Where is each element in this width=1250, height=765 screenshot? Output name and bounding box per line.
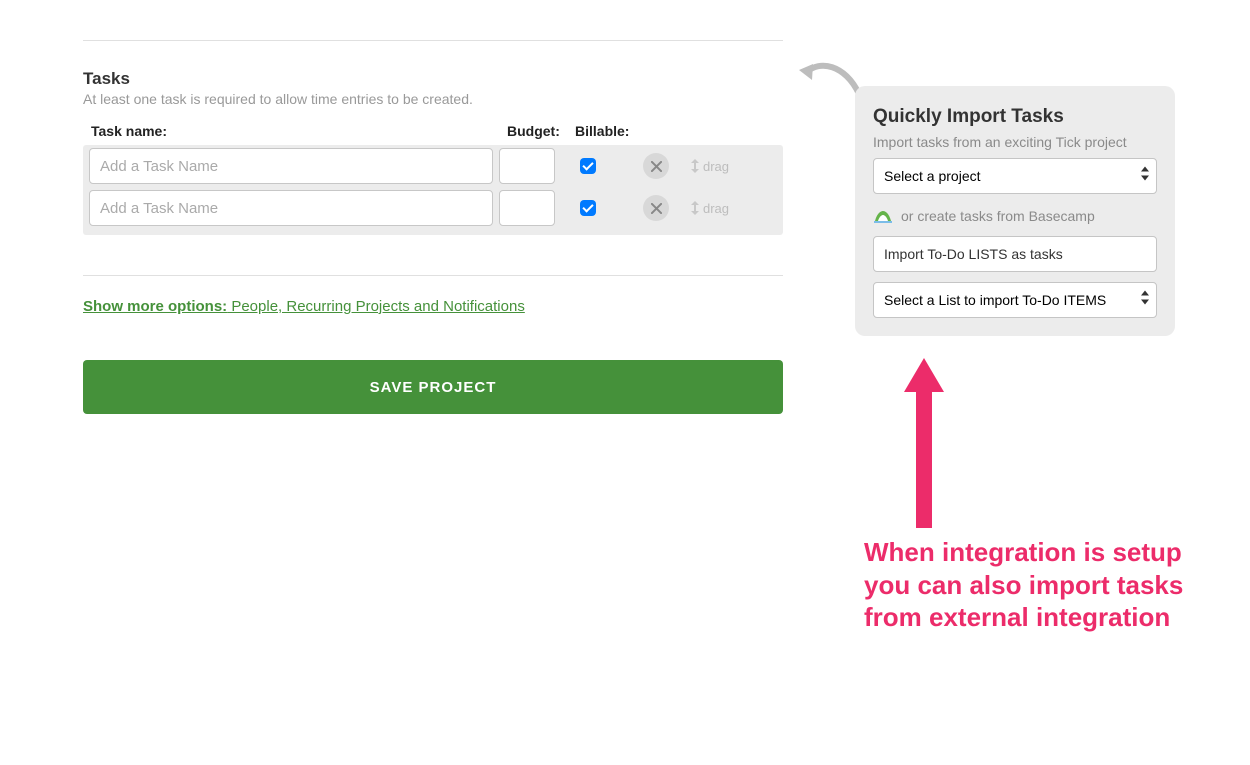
task-budget-input[interactable] (499, 148, 555, 184)
drag-icon (691, 159, 699, 173)
remove-task-button[interactable] (643, 195, 669, 221)
task-name-input[interactable] (89, 148, 493, 184)
drag-icon (691, 201, 699, 215)
col-header-billable: Billable: (575, 123, 637, 139)
annotation-arrow-icon (904, 358, 944, 528)
drag-handle[interactable]: drag (691, 201, 729, 216)
close-icon (651, 203, 662, 214)
save-project-button[interactable]: SAVE PROJECT (83, 360, 783, 414)
task-row-extras: drag (643, 195, 729, 221)
tasks-title: Tasks (83, 69, 783, 89)
show-more-options-link[interactable]: Show more options: People, Recurring Pro… (83, 298, 525, 315)
project-select-wrap: Select a project (873, 158, 1157, 194)
tasks-header-row: Task name: Budget: Billable: (83, 123, 783, 139)
task-row-extras: drag (643, 153, 729, 179)
basecamp-label-row: or create tasks from Basecamp (873, 206, 1157, 226)
task-row: drag (83, 145, 783, 187)
list-select-wrap: Select a List to import To-Do ITEMS (873, 282, 1157, 318)
col-header-name: Task name: (89, 123, 507, 139)
divider-top (83, 40, 783, 41)
project-select[interactable]: Select a project (873, 158, 1157, 194)
drag-label: drag (703, 159, 729, 174)
list-select[interactable]: Select a List to import To-Do ITEMS (873, 282, 1157, 318)
task-row: drag (83, 187, 783, 229)
page: Tasks At least one task is required to a… (0, 0, 1250, 765)
col-header-budget: Budget: (507, 123, 575, 139)
annotation-text: When integration is setup you can also i… (864, 536, 1184, 634)
remove-task-button[interactable] (643, 153, 669, 179)
basecamp-label: or create tasks from Basecamp (901, 208, 1095, 224)
callout-arrow-icon (795, 56, 863, 98)
billable-cell (561, 200, 615, 216)
task-budget-input[interactable] (499, 190, 555, 226)
tasks-grid: drag drag (83, 145, 783, 235)
tasks-subtitle: At least one task is required to allow t… (83, 91, 783, 107)
close-icon (651, 161, 662, 172)
billable-checkbox[interactable] (580, 158, 596, 174)
task-name-input[interactable] (89, 190, 493, 226)
billable-cell (561, 158, 615, 174)
billable-checkbox[interactable] (580, 200, 596, 216)
drag-handle[interactable]: drag (691, 159, 729, 174)
divider-mid (83, 275, 783, 276)
more-options-bold: Show more options: (83, 298, 227, 315)
drag-label: drag (703, 201, 729, 216)
main-column: Tasks At least one task is required to a… (83, 40, 783, 414)
import-tasks-card: Quickly Import Tasks Import tasks from a… (855, 86, 1175, 336)
import-title: Quickly Import Tasks (873, 106, 1157, 128)
basecamp-icon (873, 206, 893, 226)
import-subtitle: Import tasks from an exciting Tick proje… (873, 134, 1157, 150)
more-options-rest: People, Recurring Projects and Notificat… (227, 298, 525, 315)
import-lists-input[interactable] (873, 236, 1157, 272)
